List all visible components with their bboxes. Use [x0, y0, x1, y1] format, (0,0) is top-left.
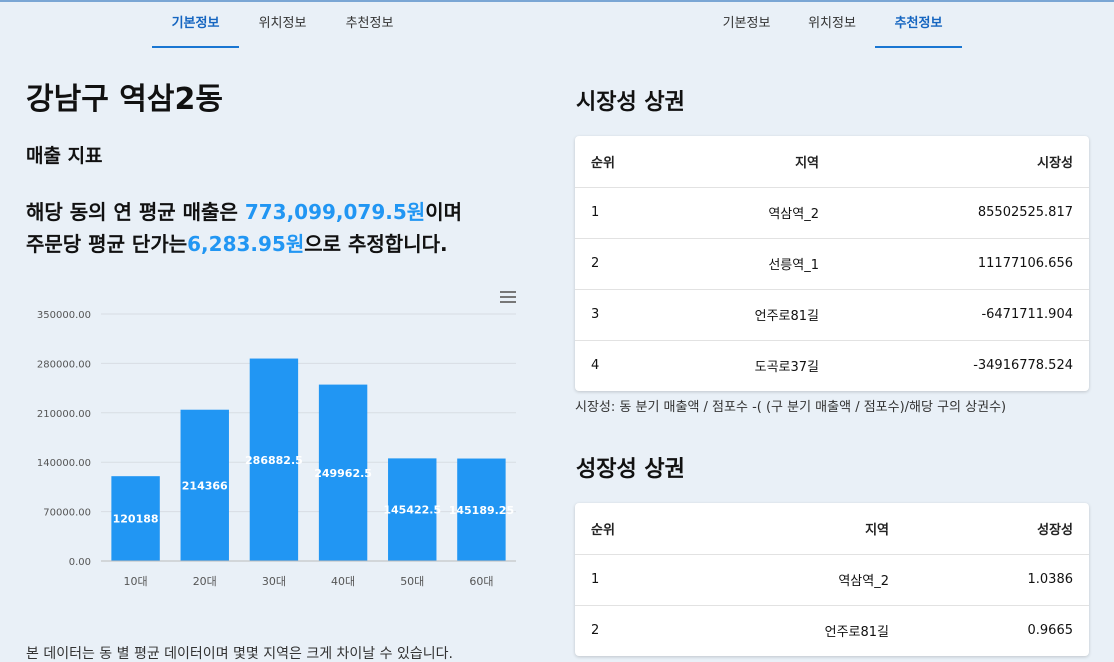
- bar-data-label: 145189.25: [449, 504, 514, 517]
- growth-table-header: 순위 지역 성장성: [575, 503, 1089, 555]
- tab-location-info-left[interactable]: 위치정보: [239, 2, 326, 48]
- growth-section-title: 성장성 상권: [576, 457, 685, 482]
- x-tick-label: 20대: [193, 575, 217, 588]
- market-header-rank: 순위: [575, 136, 715, 188]
- growth-header-area: 지역: [775, 503, 905, 555]
- tab-basic-info-left[interactable]: 기본정보: [152, 2, 239, 48]
- market-table: 순위 지역 시장성 1 역삼역_2 85502525.817 2 선릉역_1 1…: [575, 136, 1089, 391]
- table-row[interactable]: 3 언주로81길 -6471711.904: [575, 289, 1089, 341]
- age-sales-bar-chart: 0.00 70000.00 140000.00 210000.00 280000.00 3…: [26, 282, 526, 602]
- rank-cell: 4: [591, 358, 600, 374]
- area-cell: 역삼역_2: [715, 187, 835, 239]
- tab-basic-info-right[interactable]: 기본정보: [704, 2, 789, 48]
- x-tick-label: 10대: [124, 575, 148, 588]
- area-cell: 언주로81길: [824, 625, 889, 641]
- x-tick-label: 50대: [400, 575, 424, 588]
- dong-title: 강남구 역삼2동: [26, 82, 223, 117]
- score-cell: 85502525.817: [835, 187, 1089, 239]
- y-tick-label: 210000.00: [37, 409, 91, 420]
- growth-table-card: 순위 지역 성장성 1 역삼역_2 1.0386 2 언주로81길 0.9665: [575, 503, 1089, 656]
- growth-header-rank: 순위: [575, 503, 775, 555]
- rank-cell: 1: [575, 187, 715, 239]
- growth-table: 순위 지역 성장성 1 역삼역_2 1.0386 2 언주로81길 0.9665: [575, 503, 1089, 656]
- unit-price-value: 6,283.95원: [187, 232, 305, 256]
- market-formula-note: 시장성: 동 분기 매출액 / 점포수 -( (구 분기 매출액 / 점포수)/…: [575, 400, 1007, 415]
- area-cell: 역삼역_2: [775, 554, 905, 606]
- table-row[interactable]: 2 언주로81길 0.9665: [575, 605, 1089, 656]
- summary-line-1: 해당 동의 연 평균 매출은 773,099,079.5원이며: [26, 196, 546, 228]
- summary-line2-prefix: 주문당 평균 단가는: [26, 232, 188, 256]
- table-row[interactable]: 1 역삼역_2 1.0386: [575, 554, 1089, 606]
- table-row[interactable]: 4 도곡로37길 -34916778.524: [575, 340, 1089, 391]
- rank-cell: 2: [591, 623, 600, 639]
- score-cell: 1.0386: [905, 554, 1089, 606]
- chart-menu-icon[interactable]: [500, 291, 516, 305]
- growth-header-score: 성장성: [905, 503, 1089, 555]
- chart-svg: 0.00 70000.00 140000.00 210000.00 280000.00 3…: [37, 310, 516, 588]
- x-tick-label: 30대: [262, 575, 286, 588]
- score-cell: -6471711.904: [835, 289, 1089, 341]
- market-header-area: 지역: [715, 136, 835, 188]
- sales-summary: 해당 동의 연 평균 매출은 773,099,079.5원이며 주문당 평균 단…: [26, 196, 546, 260]
- annual-sales-value: 773,099,079.5원: [244, 200, 426, 224]
- area-cell: 선릉역_1: [715, 238, 835, 290]
- bar-data-label: 145422.5: [383, 504, 441, 517]
- score-cell: 0.9665: [1027, 623, 1074, 639]
- tab-bar-left: 기본정보 위치정보 추천정보: [152, 2, 413, 48]
- bar-data-label: 120188: [113, 513, 159, 526]
- area-cell: 언주로81길: [715, 289, 835, 341]
- market-header-score: 시장성: [835, 136, 1089, 188]
- tab-location-info-right[interactable]: 위치정보: [789, 2, 875, 48]
- bar-data-label: 249962.5: [314, 467, 372, 480]
- x-tick-label: 60대: [469, 575, 493, 588]
- table-row[interactable]: 2 선릉역_1 11177106.656: [575, 238, 1089, 290]
- y-tick-label: 140000.00: [37, 458, 91, 469]
- tab-bar-right: 기본정보 위치정보 추천정보: [704, 2, 962, 48]
- table-row[interactable]: 1 역삼역_2 85502525.817: [575, 187, 1089, 239]
- summary-line2-suffix: 으로 추정합니다.: [304, 232, 448, 256]
- summary-line-2: 주문당 평균 단가는6,283.95원으로 추정합니다.: [26, 228, 546, 260]
- bar-data-label: 286882.5: [245, 454, 303, 467]
- area-cell: 도곡로37길: [754, 360, 819, 376]
- tab-recommend-info-left[interactable]: 추천정보: [326, 2, 413, 48]
- market-section-title: 시장성 상권: [576, 90, 685, 115]
- bar-data-label: 214366: [182, 479, 228, 492]
- rank-cell: 1: [575, 554, 775, 606]
- summary-line1-suffix: 이며: [425, 200, 462, 224]
- market-table-card: 순위 지역 시장성 1 역삼역_2 85502525.817 2 선릉역_1 1…: [575, 136, 1089, 391]
- y-tick-label: 280000.00: [37, 359, 91, 370]
- y-tick-label: 350000.00: [37, 310, 91, 321]
- market-table-header: 순위 지역 시장성: [575, 136, 1089, 188]
- sales-indicator-title: 매출 지표: [26, 145, 103, 167]
- tab-recommend-info-right[interactable]: 추천정보: [875, 2, 962, 48]
- score-cell: 11177106.656: [835, 238, 1089, 290]
- x-tick-label: 40대: [331, 575, 355, 588]
- score-cell: -34916778.524: [973, 358, 1073, 374]
- y-tick-label: 70000.00: [43, 508, 91, 519]
- y-tick-label: 0.00: [69, 557, 91, 568]
- rank-cell: 2: [575, 238, 715, 290]
- data-footnote: 본 데이터는 동 별 평균 데이터이며 몇몇 지역은 크게 차이날 수 있습니다…: [26, 646, 453, 662]
- summary-line1-prefix: 해당 동의 연 평균 매출은: [26, 200, 245, 224]
- rank-cell: 3: [575, 289, 715, 341]
